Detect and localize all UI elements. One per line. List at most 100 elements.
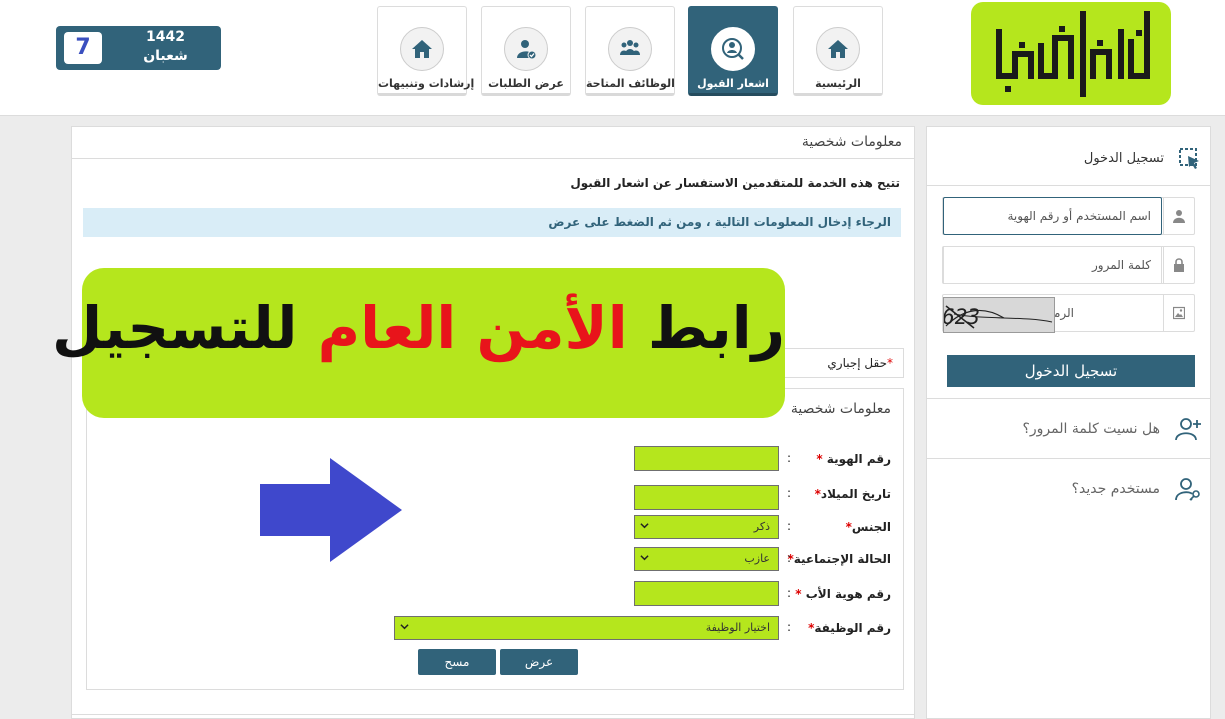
job-number-label: رقم الوظيفة* <box>808 621 891 635</box>
service-description: تتيح هذه الخدمة للمتقدمين الاستفسار عن ا… <box>570 176 900 190</box>
login-header: تسجيل الدخول <box>927 127 1210 186</box>
date-month: شعبان <box>143 48 188 64</box>
father-id-input[interactable] <box>634 581 779 606</box>
colon: : <box>786 451 791 465</box>
nav-view-requests[interactable]: عرض الطلبات <box>481 6 571 96</box>
personal-info-panel: معلومات شخصية تتيح هذه الخدمة للمتقدمين … <box>71 126 915 719</box>
job-number-value: اختيار الوظيفة <box>705 621 770 634</box>
new-user-text: مستخدم جديد؟ <box>1071 481 1160 497</box>
gender-label: الجنس* <box>846 520 891 534</box>
forgot-password-link[interactable]: هل نسيت كلمة المرور؟ <box>927 398 1210 458</box>
captcha-icon-cell <box>1163 295 1194 331</box>
user-plus-icon <box>1175 418 1201 441</box>
job-number-text: رقم الوظيفة <box>814 621 891 635</box>
required-star: * <box>816 452 823 466</box>
username-icon-cell <box>1163 198 1194 234</box>
birth-date-label: تاريخ الميلاد* <box>815 487 891 501</box>
captcha-picture: 2623 <box>929 305 1053 329</box>
image-icon <box>1173 306 1185 320</box>
nav-available-jobs[interactable]: الوظائف المتاحة <box>585 6 675 96</box>
chevron-down-icon <box>640 523 649 529</box>
login-button[interactable]: تسجيل الدخول <box>947 355 1195 387</box>
nav-acceptance-notice[interactable]: اشعار القبول <box>688 6 778 96</box>
id-number-input[interactable] <box>634 446 779 471</box>
home-icon <box>828 40 848 58</box>
banner-public-security: الأمن العام <box>317 294 628 362</box>
nav-acceptance-label: اشعار القبول <box>697 77 769 90</box>
info-alert: الرجاء إدخال المعلومات التالية ، ومن ثم … <box>83 208 901 237</box>
cursor-select-icon <box>1179 148 1199 169</box>
username-input[interactable]: اسم المستخدم أو رقم الهوية <box>943 197 1162 235</box>
password-icon-cell <box>1163 247 1194 283</box>
birth-date-input[interactable] <box>634 485 779 510</box>
gender-value: ذكر <box>753 520 770 533</box>
user-check-icon <box>517 40 537 60</box>
colon: : <box>786 486 791 500</box>
lock-icon <box>1174 258 1184 272</box>
nav-guidelines-label: إرشادات وتنبيهات <box>378 77 475 90</box>
home-icon <box>412 40 432 58</box>
id-number-label: رقم الهوية * <box>816 452 891 466</box>
show-button[interactable]: عرض <box>500 649 578 675</box>
banner-headline: رابط الأمن العام للتسجيل <box>52 294 785 362</box>
id-number-text: رقم الهوية <box>826 452 891 466</box>
accept-notice-icon <box>722 38 744 60</box>
colon: : <box>786 586 791 600</box>
logo-mark <box>996 11 1150 97</box>
father-id-label: رقم هوية الأب * <box>795 587 891 601</box>
captcha-image[interactable]: 2623 <box>929 297 1055 333</box>
job-number-select[interactable]: اختيار الوظيفة <box>394 616 779 640</box>
nav-requests-label: عرض الطلبات <box>488 77 564 90</box>
new-user-link[interactable]: مستخدم جديد؟ <box>927 458 1210 518</box>
nav-home[interactable]: الرئيسية <box>793 6 883 96</box>
nav-home-circle <box>816 27 860 71</box>
marital-status-select[interactable]: عازب <box>634 547 779 571</box>
personal-info-fieldset: معلومات شخصية رقم الهوية * : تاريخ الميل… <box>86 388 904 690</box>
date-year: 1442 <box>146 29 185 45</box>
right-arrow-icon <box>260 458 402 562</box>
banner-word-link: رابط <box>647 294 785 362</box>
username-row: اسم المستخدم أو رقم الهوية <box>942 197 1195 235</box>
forgot-password-text: هل نسيت كلمة المرور؟ <box>1022 421 1160 437</box>
gender-select[interactable]: ذكر <box>634 515 779 539</box>
password-row: كلمة المرور <box>942 246 1195 284</box>
captcha-row: الرمز المرئي 2623 <box>929 294 1195 333</box>
chevron-down-icon <box>400 624 409 630</box>
required-text: حقل إجباري <box>827 356 887 370</box>
nav-acceptance-circle <box>711 27 755 71</box>
required-star: * <box>887 356 893 370</box>
colon: : <box>786 620 791 634</box>
required-note: *حقل إجباري <box>827 356 893 370</box>
chevron-down-icon <box>640 555 649 561</box>
divider <box>72 158 914 159</box>
nav-requests-circle <box>504 27 548 71</box>
clear-button[interactable]: مسح <box>418 649 496 675</box>
absher-tawzif-logo[interactable] <box>971 2 1171 105</box>
date-day: 7 <box>64 32 102 64</box>
captcha-code: 2623 <box>944 305 980 329</box>
fieldset-title: معلومات شخصية <box>790 401 891 417</box>
login-panel: تسجيل الدخول اسم المستخدم أو رقم الهوية … <box>926 126 1211 719</box>
password-input[interactable]: كلمة المرور <box>943 246 1162 284</box>
marital-status-value: عازب <box>744 552 770 565</box>
login-title: تسجيل الدخول <box>1083 151 1164 166</box>
nav-jobs-circle <box>608 27 652 71</box>
divider <box>72 714 914 715</box>
required-star: * <box>795 587 802 601</box>
marital-status-label: الحالة الإجتماعية* <box>787 552 891 566</box>
group-icon <box>620 40 640 55</box>
colon: : <box>786 519 791 533</box>
hijri-date: 7 1442 شعبان <box>56 26 221 70</box>
header: الرئيسية اشعار القبول الوظائف المتاحة عر… <box>0 0 1225 116</box>
gender-text: الجنس <box>851 520 891 534</box>
nav-guidelines[interactable]: إرشادات وتنبيهات <box>377 6 475 96</box>
user-key-icon <box>1175 478 1200 501</box>
birth-date-text: تاريخ الميلاد <box>820 487 891 501</box>
panel-title: معلومات شخصية <box>801 134 902 150</box>
registration-link-banner: رابط الأمن العام للتسجيل <box>52 268 785 418</box>
banner-word-register: للتسجيل <box>51 294 298 362</box>
father-id-text: رقم هوية الأب <box>805 587 891 601</box>
nav-home-label: الرئيسية <box>815 77 861 90</box>
nav-guidelines-circle <box>400 27 444 71</box>
user-icon <box>1173 210 1185 223</box>
